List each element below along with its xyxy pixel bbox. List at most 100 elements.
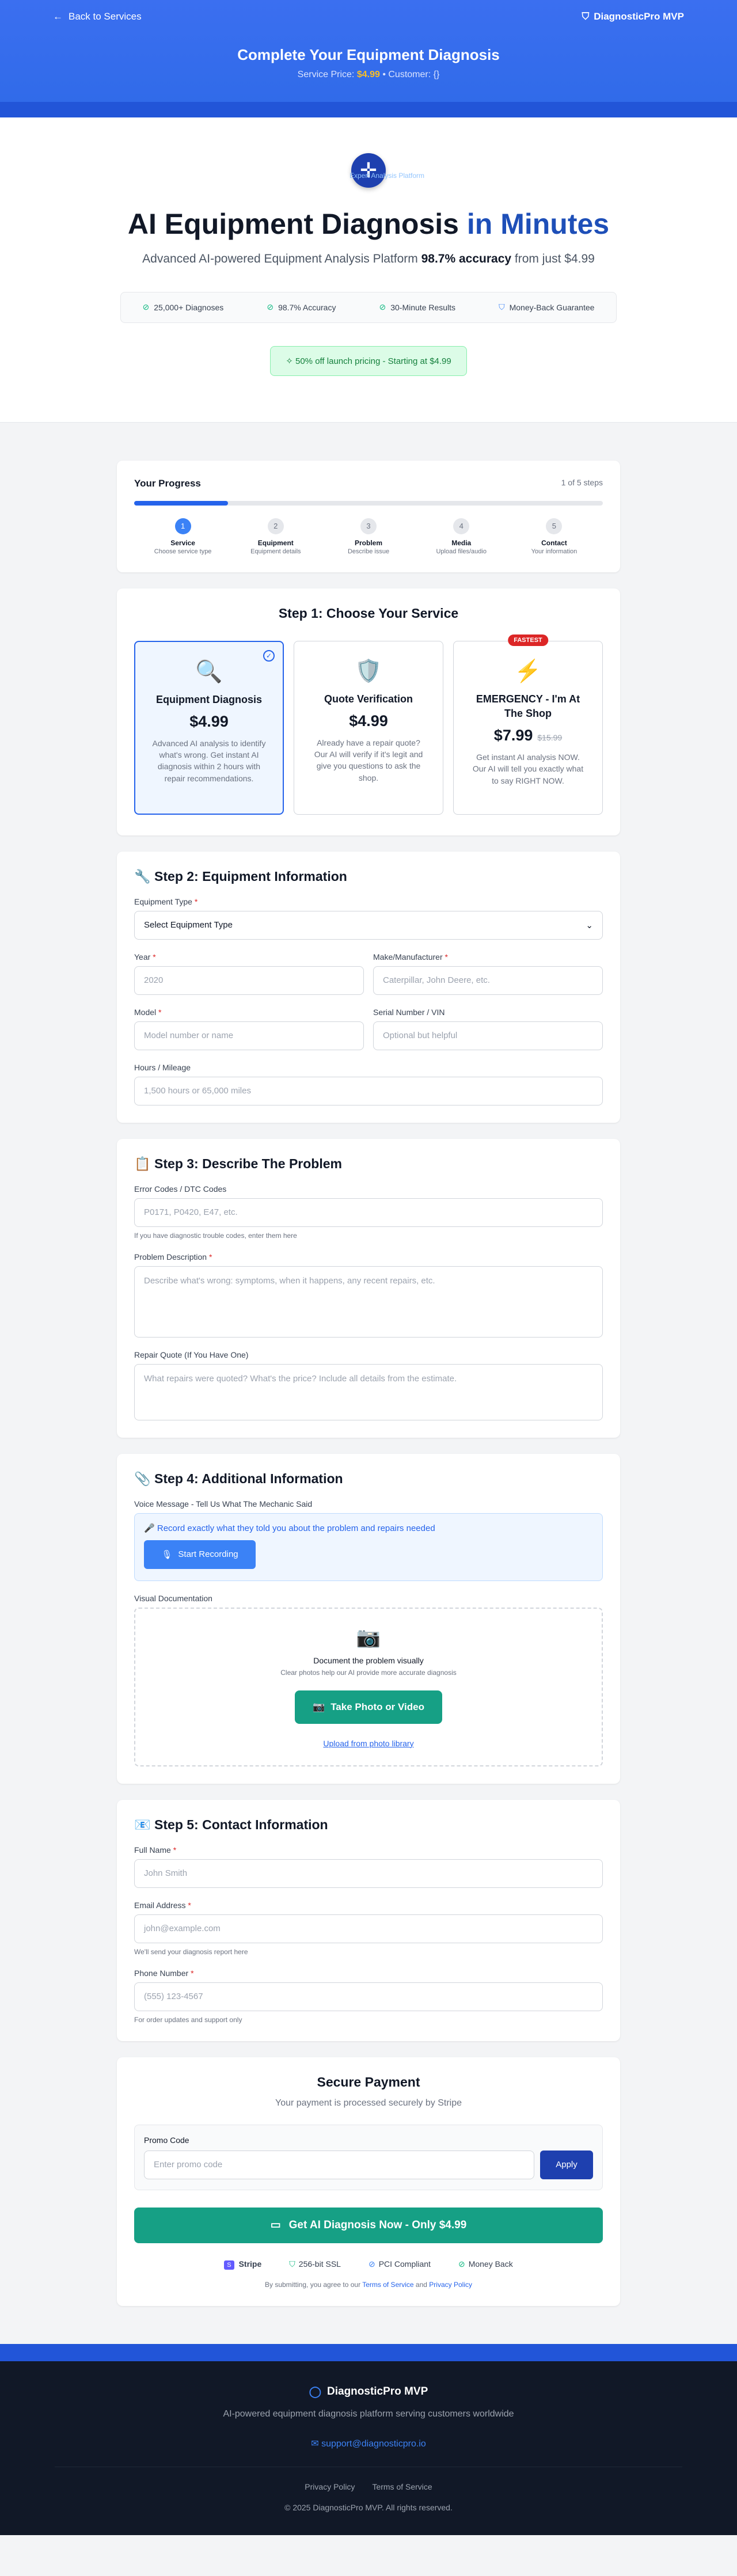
- name-input[interactable]: John Smith: [134, 1859, 603, 1888]
- upload-photo-link[interactable]: Upload from photo library: [135, 1739, 602, 1748]
- logo-tagline: Expert Analysis Platform: [349, 172, 425, 180]
- privacy-link[interactable]: Privacy Policy: [429, 2281, 472, 2289]
- year-make-row: Year * 2020 Make/Manufacturer * Caterpil…: [134, 940, 603, 995]
- footer-email-link[interactable]: ✉ support@diagnosticpro.io: [0, 2438, 737, 2449]
- model-serial-row: Model * Model number or name Serial Numb…: [134, 995, 603, 1050]
- email-input[interactable]: john@example.com: [134, 1914, 603, 1943]
- select-value: Select Equipment Type: [144, 920, 233, 930]
- selected-check-icon: ✓: [263, 649, 275, 662]
- promo-section: Promo Code Enter promo code Apply: [134, 2124, 603, 2190]
- promo-input[interactable]: Enter promo code: [144, 2150, 534, 2179]
- step-number: 4: [453, 518, 470, 534]
- equipment-type-label: Equipment Type *: [134, 896, 198, 906]
- step2-card: 🔧 Step 2: Equipment Information Equipmen…: [117, 851, 620, 1123]
- name-label: Full Name *: [134, 1845, 177, 1855]
- step-number: 3: [360, 518, 377, 534]
- label-text: Email Address: [134, 1900, 186, 1910]
- service-option-diagnosis[interactable]: ✓ 🔍 Equipment Diagnosis $4.99 Advanced A…: [134, 640, 284, 815]
- trust-stripe: S Stripe: [224, 2259, 261, 2270]
- price-text: $4.99: [349, 712, 388, 730]
- header-brand: ⛉ DiagnosticPro MVP: [582, 11, 684, 22]
- progress-step-problem[interactable]: 3 Problem Describe issue: [322, 518, 415, 555]
- logo-row: ✛ Expert Analysis Platform: [0, 153, 737, 188]
- wrench-icon: 🔧: [134, 868, 151, 884]
- label-text: Full Name: [134, 1845, 171, 1855]
- trust-label: PCI Compliant: [378, 2259, 431, 2269]
- get-diagnosis-button[interactable]: ▭ Get AI Diagnosis Now - Only $4.99: [134, 2207, 603, 2243]
- progress-step-media[interactable]: 4 Media Upload files/audio: [415, 518, 508, 555]
- trust-ssl: ⛉ 256-bit SSL: [289, 2259, 341, 2269]
- footer-privacy-link[interactable]: Privacy Policy: [305, 2482, 355, 2491]
- year-input[interactable]: 2020: [134, 966, 364, 995]
- step-label: Problem: [355, 538, 383, 547]
- payment-title: Secure Payment: [317, 2074, 420, 2089]
- back-to-services-link[interactable]: ← Back to Services: [53, 11, 142, 22]
- progress-step-service[interactable]: 1 Service Choose service type: [136, 518, 229, 555]
- hours-input[interactable]: 1,500 hours or 65,000 miles: [134, 1076, 603, 1105]
- service-name: Quote Verification: [324, 693, 413, 705]
- progress-step-contact[interactable]: 5 Contact Your information: [508, 518, 601, 555]
- serial-input[interactable]: Optional but helpful: [373, 1021, 603, 1050]
- start-recording-button[interactable]: 🎙 Start Recording: [144, 1540, 256, 1569]
- button-label: Take Photo or Video: [330, 1701, 424, 1712]
- camera-icon: 📷: [356, 1626, 381, 1648]
- service-desc: Get instant AI analysis NOW. Our AI will…: [472, 752, 584, 785]
- photo-dropzone[interactable]: 📷 Document the problem visually Clear ph…: [134, 1607, 603, 1766]
- label-text: Make/Manufacturer: [373, 952, 443, 962]
- codes-input[interactable]: P0171, P0420, E47, etc.: [134, 1198, 603, 1227]
- legal-and: and: [415, 2280, 427, 2289]
- launch-pricing-banner: ✧ 50% off launch pricing - Starting at $…: [270, 345, 467, 376]
- voice-prompt-text: Record exactly what they told you about …: [157, 1523, 435, 1533]
- phone-input[interactable]: (555) 123-4567: [134, 1982, 603, 2011]
- service-option-emergency[interactable]: FASTEST ⚡ EMERGENCY - I'm At The Shop $7…: [453, 634, 603, 815]
- page-title: Complete Your Equipment Diagnosis: [237, 46, 500, 63]
- step-desc: Describe issue: [347, 548, 390, 555]
- crosshair-logo-icon: ✛: [351, 153, 386, 188]
- email-hint: We'll send your diagnosis report here: [134, 1947, 248, 1956]
- brand-name: DiagnosticPro MVP: [594, 11, 684, 22]
- step1-card: Step 1: Choose Your Service ✓ 🔍 Equipmen…: [117, 588, 620, 835]
- make-input[interactable]: Caterpillar, John Deere, etc.: [373, 966, 603, 995]
- payment-card: Secure Payment Your payment is processed…: [117, 2057, 620, 2306]
- label-text: Year: [134, 952, 151, 962]
- progress-steps: 1 Service Choose service type 2 Equipment Eq…: [134, 518, 603, 555]
- shield-icon: ⛉: [289, 2259, 295, 2269]
- check-circle-icon: ⊘: [379, 302, 386, 312]
- quote-textarea[interactable]: What repairs were quoted? What's the pri…: [134, 1363, 603, 1420]
- step4-card: 📎 Step 4: Additional Information Voice M…: [117, 1453, 620, 1784]
- footer-strip: [0, 2343, 737, 2361]
- shield-icon: ⛉: [499, 302, 505, 312]
- footer-brand: ◯ DiagnosticPro MVP: [0, 2385, 737, 2399]
- service-desc: Already have a repair quote? Our AI will…: [314, 738, 423, 782]
- description-field: Problem Description * Describe what's wr…: [134, 1252, 603, 1338]
- step3-title-text: Step 3: Describe The Problem: [154, 1156, 342, 1171]
- site-footer: ◯ DiagnosticPro MVP AI-powered equipment …: [0, 2343, 737, 2535]
- customer-label: • Customer: {}: [382, 70, 440, 79]
- progress-step-equipment[interactable]: 2 Equipment Equipment details: [229, 518, 322, 555]
- step-number: 1: [174, 518, 191, 534]
- hero-subtitle: Advanced AI-powered Equipment Analysis P…: [138, 250, 599, 269]
- trust-label: Money Back: [468, 2259, 513, 2269]
- chevron-down-icon: ⌄: [586, 920, 593, 930]
- payment-subtitle: Your payment is processed securely by St…: [275, 2098, 462, 2108]
- form-container: Your Progress 1 of 5 steps 1 Service Choos…: [117, 423, 620, 2306]
- footer-links: Privacy Policy Terms of Service: [0, 2482, 737, 2491]
- apply-promo-button[interactable]: Apply: [540, 2150, 593, 2179]
- badge-label: Money-Back Guarantee: [509, 302, 595, 312]
- back-label: Back to Services: [69, 11, 142, 22]
- terms-link[interactable]: Terms of Service: [362, 2281, 413, 2289]
- model-input[interactable]: Model number or name: [134, 1021, 364, 1050]
- microphone-icon: 🎤: [144, 1523, 155, 1533]
- equipment-type-select[interactable]: Select Equipment Type ⌄: [134, 910, 603, 940]
- take-photo-button[interactable]: 📷 Take Photo or Video: [295, 1690, 442, 1724]
- microphone-icon: 🎙: [161, 1549, 173, 1560]
- shield-icon: ⛉: [582, 11, 590, 22]
- step3-title: 📋 Step 3: Describe The Problem: [134, 1156, 603, 1172]
- dropzone-title: Document the problem visually: [313, 1655, 424, 1665]
- hero-title-accent: in Minutes: [466, 208, 610, 240]
- make-label: Make/Manufacturer *: [373, 952, 448, 962]
- subtitle-pre: Advanced AI-powered Equipment Analysis P…: [142, 252, 418, 265]
- service-option-quote[interactable]: 🛡️ Quote Verification $4.99 Already have…: [294, 640, 443, 815]
- footer-terms-link[interactable]: Terms of Service: [372, 2482, 432, 2491]
- description-textarea[interactable]: Describe what's wrong: symptoms, when it…: [134, 1266, 603, 1338]
